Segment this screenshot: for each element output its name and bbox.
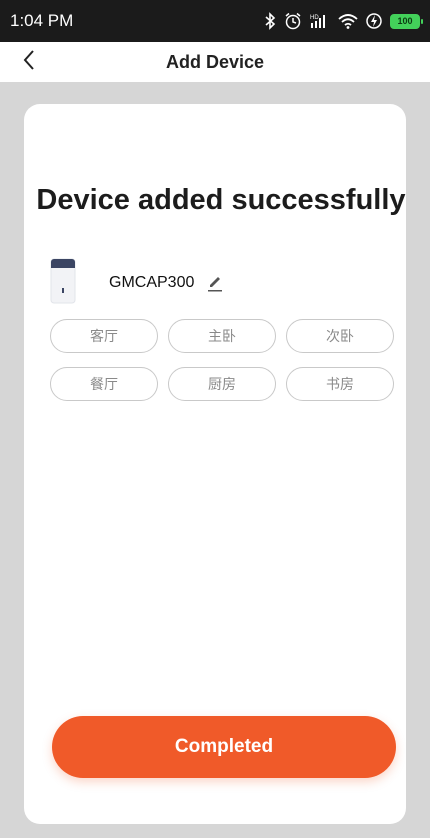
header: Add Device [0, 42, 430, 82]
back-button[interactable] [14, 47, 44, 77]
alarm-icon [284, 12, 302, 30]
svg-text:HD: HD [310, 15, 319, 21]
status-icons: HD 100 [264, 12, 423, 30]
wifi-icon [338, 13, 358, 29]
battery-level: 100 [397, 16, 413, 26]
page-title: Add Device [165, 51, 265, 72]
pencil-icon[interactable] [206, 274, 224, 292]
status-bar: 1:04 PM HD 100 [0, 0, 430, 42]
status-time: 1:04 PM [10, 11, 74, 30]
room-chip-second-bedroom[interactable]: 次卧 [286, 319, 394, 353]
room-chip-dining-room[interactable]: 餐厅 [50, 367, 158, 401]
room-chip-living-room[interactable]: 客厅 [50, 319, 158, 353]
charging-icon [366, 12, 382, 30]
completed-button[interactable]: Completed [52, 716, 396, 778]
battery-icon: 100 [390, 13, 423, 29]
room-chip-list: 客厅 主卧 次卧 餐厅 厨房 书房 [50, 319, 396, 401]
signal-icon: HD [310, 13, 330, 29]
bluetooth-icon [264, 12, 276, 30]
chevron-left-icon [22, 49, 36, 76]
dehumidifier-image [50, 258, 76, 309]
device-name: GMCAP300 [109, 274, 195, 291]
room-chip-kitchen[interactable]: 厨房 [168, 367, 276, 401]
success-title: Device added successfully [36, 184, 406, 216]
device-row: GMCAP300 [50, 258, 224, 309]
room-chip-master-bedroom[interactable]: 主卧 [168, 319, 276, 353]
room-chip-study[interactable]: 书房 [286, 367, 394, 401]
